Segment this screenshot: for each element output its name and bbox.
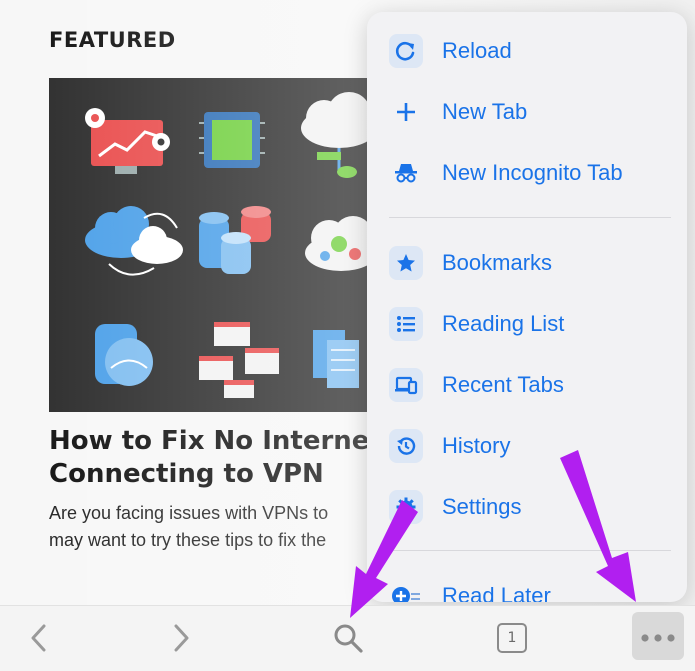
- gear-icon: [389, 490, 423, 524]
- menu-item-reading-list[interactable]: Reading List: [367, 296, 687, 352]
- section-title: FEATURED: [49, 28, 176, 52]
- menu-divider: [389, 550, 671, 551]
- menu-item-settings[interactable]: Settings: [367, 479, 687, 535]
- forward-icon: [174, 624, 189, 651]
- menu-item-label: Recent Tabs: [442, 372, 564, 397]
- menu-item-new-incognito-tab[interactable]: New Incognito Tab: [367, 145, 687, 201]
- cloud-network-illustration: [85, 92, 377, 398]
- excerpt-line-2: may want to try these tips to fix the: [49, 530, 327, 550]
- search-button[interactable]: [328, 605, 368, 670]
- menu-item-recent-tabs[interactable]: Recent Tabs: [367, 357, 687, 413]
- menu-item-label: Read Later: [442, 583, 551, 602]
- read-later-icon: [389, 579, 423, 602]
- menu-item-label: Reading List: [442, 311, 565, 336]
- tab-switcher-icon: 1: [497, 622, 527, 653]
- menu-divider: [389, 217, 671, 218]
- incognito-icon: [389, 156, 423, 190]
- menu-item-label: Bookmarks: [442, 250, 553, 275]
- menu-item-new-tab[interactable]: New Tab: [367, 84, 687, 140]
- history-icon: [389, 429, 423, 463]
- menu-item-label: New Incognito Tab: [442, 160, 623, 185]
- headline-line-1: How to Fix No Internet C: [49, 426, 379, 456]
- menu-item-label: New Tab: [442, 99, 528, 124]
- menu-item-label: Settings: [442, 494, 522, 519]
- article-headline[interactable]: How to Fix No Internet C Connecting to V…: [49, 425, 379, 491]
- list-icon: [389, 307, 423, 341]
- back-button[interactable]: [20, 605, 56, 670]
- star-icon: [389, 246, 423, 280]
- more-menu-button[interactable]: [632, 605, 684, 670]
- reload-icon: [389, 34, 423, 68]
- plus-icon: [389, 95, 423, 129]
- more-icon: [641, 633, 675, 642]
- forward-button[interactable]: [164, 605, 200, 670]
- article-excerpt: Are you facing issues with VPNs to may w…: [49, 500, 379, 554]
- menu-item-reload[interactable]: Reload: [367, 23, 687, 79]
- excerpt-line-1: Are you facing issues with VPNs to: [49, 503, 329, 523]
- browser-overflow-menu: Reload New Tab New Incognito Tab Bookmar…: [367, 12, 687, 602]
- menu-item-label: Reload: [442, 38, 512, 63]
- menu-item-bookmarks[interactable]: Bookmarks: [367, 235, 687, 291]
- headline-line-2: Connecting to VPN: [49, 459, 324, 489]
- menu-item-history[interactable]: History: [367, 418, 687, 474]
- menu-item-label: History: [442, 433, 511, 458]
- search-icon: [334, 624, 363, 653]
- back-icon: [31, 624, 46, 651]
- tab-switcher-button[interactable]: 1: [494, 605, 530, 670]
- article-hero-image[interactable]: [49, 78, 379, 412]
- devices-icon: [389, 368, 423, 402]
- menu-item-read-later[interactable]: Read Later: [367, 568, 687, 602]
